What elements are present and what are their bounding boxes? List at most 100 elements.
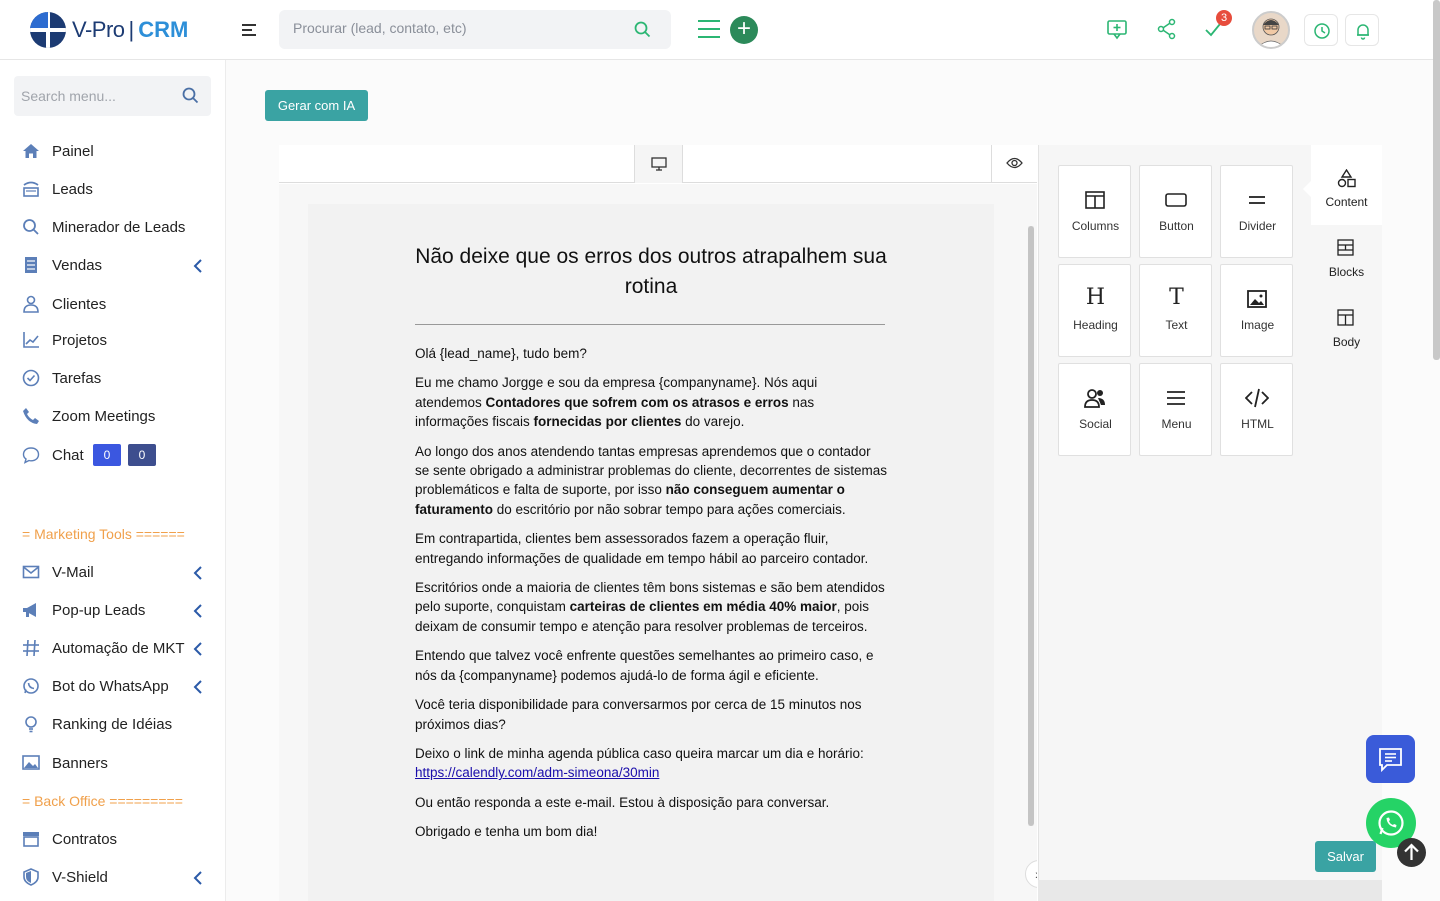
button-icon [1165, 193, 1187, 207]
sidebar-item-leads[interactable]: Leads [0, 174, 226, 204]
tool-html[interactable]: HTML [1220, 363, 1293, 456]
tool-text[interactable]: T Text [1139, 264, 1212, 357]
sidebar-item-tarefas[interactable]: Tarefas [0, 363, 226, 393]
sidebar-item-label: Chat [52, 447, 84, 464]
email-paragraph: Entendo que talvez você enfrente questõe… [415, 648, 874, 683]
html-icon [1245, 388, 1269, 408]
save-button[interactable]: Salvar [1315, 841, 1376, 872]
sales-icon [25, 257, 37, 273]
mail-icon [22, 565, 40, 579]
sidebar-toggle-icon[interactable] [242, 24, 256, 36]
sidebar-item-label: Minerador de Leads [52, 219, 186, 236]
tab-content[interactable]: Content [1303, 155, 1382, 225]
tool-label: Menu [1161, 417, 1192, 431]
sidebar-item-clientes[interactable]: Clientes [0, 289, 226, 319]
tool-menu[interactable]: Menu [1139, 363, 1212, 456]
email-text-block[interactable]: Olá {lead_name}, tudo bem? Eu me chamo J… [415, 344, 887, 852]
notifications-button[interactable] [1345, 14, 1379, 46]
generate-with-ai-button[interactable]: Gerar com IA [265, 90, 368, 121]
brand-separator: | [128, 17, 135, 42]
tool-label: Button [1159, 219, 1194, 233]
page-scrollbar[interactable] [1433, 0, 1440, 360]
tool-divider[interactable]: Divider [1220, 165, 1293, 258]
message-icon [1379, 748, 1402, 773]
sidebar-search-input[interactable] [21, 88, 171, 104]
sidebar-item-chat[interactable]: Chat 0 0 [0, 440, 226, 470]
sidebar-item-projetos[interactable]: Projetos [0, 325, 226, 355]
tool-label: Text [1165, 318, 1188, 332]
global-search-input[interactable] [293, 20, 613, 36]
sidebar-item-label: Ranking de Idéias [52, 716, 173, 733]
tool-button[interactable]: Button [1139, 165, 1212, 258]
chart-icon [23, 332, 39, 348]
search-icon[interactable] [182, 87, 199, 104]
support-chat-icon[interactable] [1106, 18, 1128, 40]
email-paragraph: Você teria disponibilidade para conversa… [415, 697, 862, 732]
collapse-panel-button[interactable]: » [1025, 860, 1037, 888]
chevron-left-icon [193, 871, 202, 885]
chevron-left-icon [193, 566, 202, 580]
clock-button[interactable] [1304, 14, 1338, 46]
tool-label: Heading [1073, 318, 1118, 332]
email-template[interactable]: Não deixe que os erros dos outros atrapa… [308, 204, 994, 901]
email-paragraph: Em contrapartida, clientes bem assessora… [415, 531, 869, 566]
desktop-icon [651, 157, 667, 171]
body-icon [1337, 309, 1354, 326]
logo[interactable]: V-Pro | CRM [30, 12, 188, 48]
support-chat-button[interactable] [1366, 735, 1415, 783]
menu-icon [1167, 391, 1185, 405]
scroll-to-top-button[interactable] [1397, 838, 1426, 867]
sidebar-item-label: Painel [52, 143, 94, 160]
calendly-link[interactable]: https://calendly.com/adm-simeona/30min [415, 765, 659, 780]
image-icon [22, 755, 40, 770]
search-icon [23, 219, 39, 235]
tool-label: Divider [1238, 219, 1277, 233]
phone-icon [23, 408, 39, 424]
hash-icon [23, 639, 39, 657]
quick-add-button[interactable]: + [730, 16, 758, 44]
sidebar-item-zoom[interactable]: Zoom Meetings [0, 401, 226, 431]
quick-menu-icon[interactable] [698, 20, 720, 40]
email-heading[interactable]: Não deixe que os erros dos outros atrapa… [408, 242, 894, 302]
sidebar-item-automacao[interactable]: Automação de MKT [0, 633, 226, 663]
search-icon[interactable] [634, 21, 651, 38]
sidebar-item-vendas[interactable]: Vendas [0, 250, 226, 280]
desktop-preview-button[interactable] [634, 145, 683, 183]
tool-image[interactable]: Image [1220, 264, 1293, 357]
tool-social[interactable]: Social [1058, 363, 1131, 456]
sidebar-item-popup-leads[interactable]: Pop-up Leads [0, 595, 226, 625]
tab-blocks[interactable]: Blocks [1311, 225, 1382, 295]
image-icon [1247, 290, 1267, 308]
sidebar-item-minerador[interactable]: Minerador de Leads [0, 212, 226, 242]
tab-body[interactable]: Body [1311, 295, 1382, 365]
sidebar-item-label: V-Shield [52, 869, 108, 886]
sidebar-item-vshield[interactable]: V-Shield [0, 862, 226, 892]
sidebar-item-bot-whatsapp[interactable]: Bot do WhatsApp [0, 671, 226, 701]
sidebar-item-label: Zoom Meetings [52, 408, 156, 425]
user-avatar[interactable] [1252, 11, 1290, 49]
sidebar-item-label: Bot do WhatsApp [52, 678, 169, 695]
tool-label: HTML [1241, 417, 1274, 431]
email-divider[interactable] [415, 324, 885, 325]
sidebar-item-label: Contratos [52, 831, 118, 848]
section-marketing-tools: = Marketing Tools ====== [22, 526, 185, 542]
sidebar-item-ranking[interactable]: Ranking de Idéias [0, 709, 226, 739]
sidebar-item-banners[interactable]: Banners [0, 748, 226, 778]
sidebar: Painel Leads Minerador de Leads Vendas C… [0, 60, 226, 901]
canvas-scrollbar[interactable] [1028, 226, 1034, 826]
text-icon: T [1169, 285, 1184, 310]
sidebar-item-vmail[interactable]: V-Mail [0, 557, 226, 587]
whatsapp-icon [1378, 810, 1404, 836]
chat-pending-badge: 0 [128, 444, 156, 466]
tool-heading[interactable]: H Heading [1058, 264, 1131, 357]
tool-columns[interactable]: Columns [1058, 165, 1131, 258]
sidebar-item-contratos[interactable]: Contratos [0, 824, 226, 854]
share-icon[interactable] [1157, 18, 1177, 40]
bell-icon [1357, 24, 1369, 40]
preview-button[interactable] [991, 145, 1037, 183]
sidebar-item-painel[interactable]: Painel [0, 136, 226, 166]
eye-icon [1006, 157, 1023, 169]
tool-label: Columns [1071, 219, 1120, 233]
divider-icon [1249, 196, 1265, 204]
chevron-left-icon [193, 680, 202, 694]
